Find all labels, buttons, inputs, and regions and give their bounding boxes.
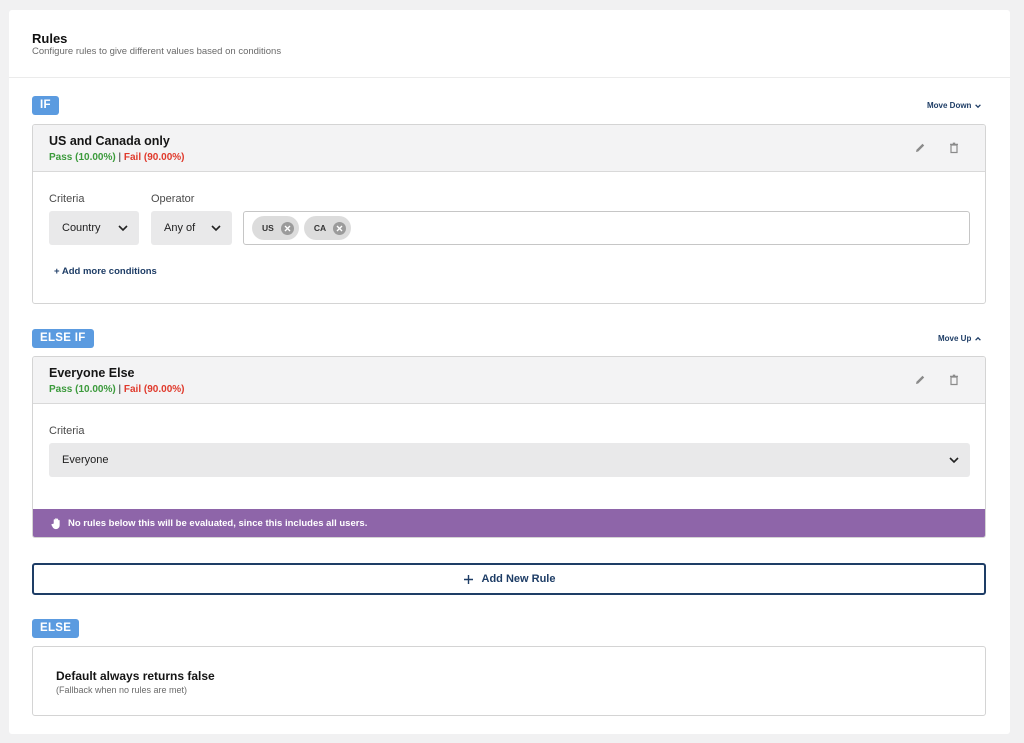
if-badge: IF: [32, 96, 59, 115]
close-circle-icon[interactable]: [332, 221, 347, 236]
rule-card-us-canada: US and Canada only Pass (10.00%) | Fail …: [32, 124, 986, 304]
add-new-rule-button[interactable]: Add New Rule: [32, 563, 986, 595]
close-circle-icon[interactable]: [280, 221, 295, 236]
chevron-down-icon: [975, 103, 982, 108]
pass-rate: Pass (10.00%): [49, 152, 116, 163]
fail-rate: Fail (90.00%): [123, 152, 185, 163]
tag-ca: CA: [303, 216, 352, 240]
chevron-down-icon: [211, 225, 221, 232]
else-subtitle: (Fallback when no rules are met): [56, 685, 188, 695]
panel-header: Rules Configure rules to give different …: [9, 10, 1010, 78]
add-conditions-link[interactable]: + Add more conditions: [54, 266, 157, 277]
chevron-up-icon: [975, 336, 982, 341]
tag-label: US: [262, 223, 274, 233]
pass-rate: Pass (10.00%): [49, 384, 116, 395]
else-title: Default always returns false: [56, 669, 215, 683]
move-up-button[interactable]: Move Up: [938, 334, 982, 343]
criteria-select[interactable]: Everyone: [49, 443, 970, 477]
delete-rule-button[interactable]: [947, 141, 961, 155]
page-subtitle: Configure rules to give different values…: [32, 46, 282, 57]
criteria-label: Criteria: [49, 193, 85, 205]
trash-icon: [950, 374, 958, 386]
rules-panel: Rules Configure rules to give different …: [9, 10, 1010, 734]
values-tag-input[interactable]: US CA: [243, 211, 970, 245]
stats-separator: |: [118, 384, 122, 395]
notice-text: No rules below this will be evaluated, s…: [68, 517, 368, 529]
delete-rule-button[interactable]: [947, 373, 961, 387]
hand-icon: [51, 517, 60, 529]
criteria-value: Everyone: [62, 454, 109, 466]
plus-icon: [463, 574, 473, 584]
pencil-icon: [916, 375, 925, 384]
chevron-down-icon: [949, 457, 959, 464]
tag-label: CA: [313, 223, 327, 233]
tag-us: US: [252, 216, 299, 240]
edit-rule-button[interactable]: [913, 141, 927, 155]
rule-header: US and Canada only Pass (10.00%) | Fail …: [33, 125, 985, 172]
criteria-select[interactable]: Country: [49, 211, 139, 245]
all-users-notice: No rules below this will be evaluated, s…: [33, 509, 985, 537]
rule-name: Everyone Else: [49, 366, 135, 380]
pencil-icon: [916, 143, 925, 152]
stats-separator: |: [118, 152, 122, 163]
move-down-button[interactable]: Move Down: [927, 101, 982, 110]
chevron-down-icon: [118, 225, 128, 232]
edit-rule-button[interactable]: [913, 373, 927, 387]
rule-stats: Pass (10.00%) | Fail (90.00%): [49, 384, 184, 395]
rule-stats: Pass (10.00%) | Fail (90.00%): [49, 152, 184, 163]
criteria-value: Country: [62, 222, 101, 234]
trash-icon: [950, 142, 958, 154]
operator-select[interactable]: Any of: [151, 211, 232, 245]
add-rule-label: Add New Rule: [481, 573, 556, 585]
operator-label: Operator: [151, 193, 195, 205]
page-title: Rules: [32, 31, 68, 46]
rule-name: US and Canada only: [49, 134, 170, 148]
else-card: Default always returns false (Fallback w…: [32, 646, 986, 716]
operator-value: Any of: [164, 222, 196, 234]
fail-rate: Fail (90.00%): [123, 384, 185, 395]
rule-card-everyone-else: Everyone Else Pass (10.00%) | Fail (90.0…: [32, 356, 986, 538]
move-up-label: Move Up: [938, 334, 972, 343]
else-badge: ELSE: [32, 619, 80, 638]
else-if-badge: ELSE IF: [32, 329, 94, 348]
criteria-label: Criteria: [49, 425, 85, 437]
rule-header: Everyone Else Pass (10.00%) | Fail (90.0…: [33, 357, 985, 404]
move-down-label: Move Down: [927, 101, 972, 110]
